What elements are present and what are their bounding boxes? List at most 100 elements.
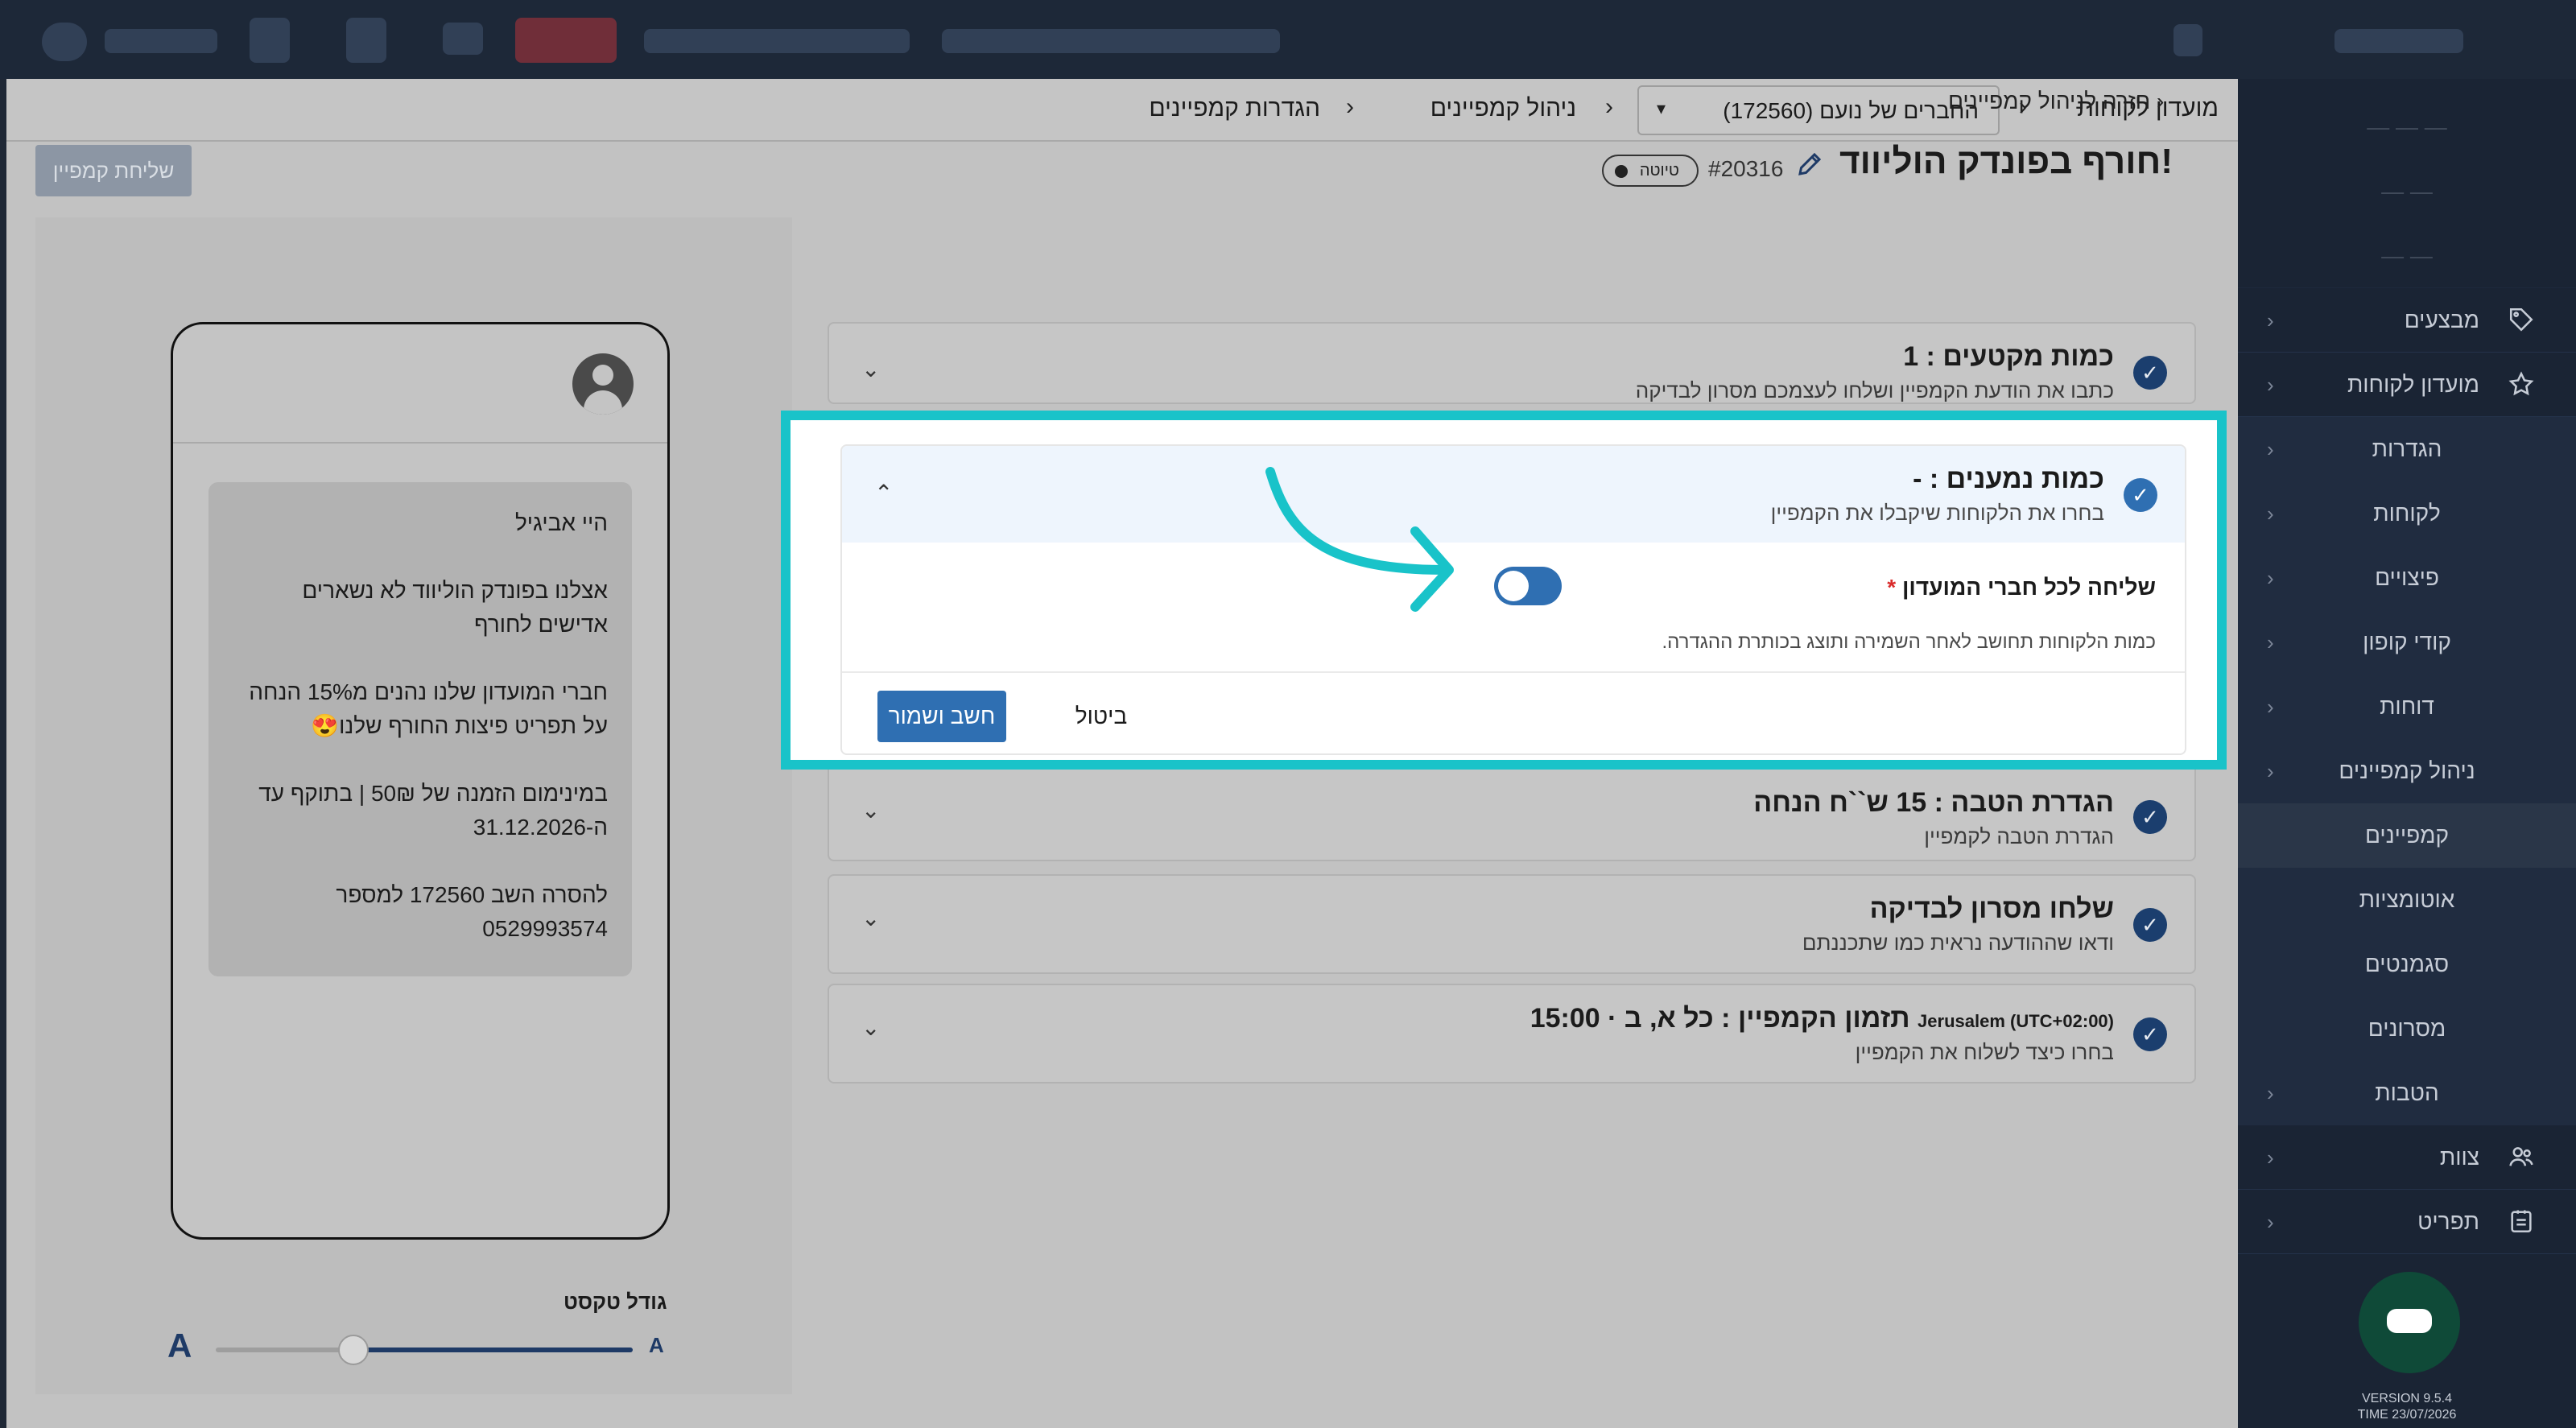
message-line: היי אביגיל [514,510,608,535]
sidebar-item-compensations[interactable]: פיצויים ‹ [2238,546,2576,610]
sidebar-item-label: מסרונים [2368,1016,2446,1041]
tag-icon [2507,306,2536,335]
step-test-sms[interactable]: ✓ שלחו מסרון לבדיקה ודאו שההודעה נראית כ… [828,874,2196,974]
club-select[interactable]: החברים של נועם (172560) ▾ [1637,85,2000,135]
menu-icon [2507,1207,2536,1236]
schedule-value: תזמון הקמפיין : כל א, ב · 15:00 [1530,1003,1910,1034]
sidebar-item-segments[interactable]: סגמנטים [2238,932,2576,997]
chevron-up-icon[interactable]: ⌃ [874,480,893,506]
divider [842,671,2185,673]
team-icon [2507,1143,2536,1172]
chevron-left-icon: ‹ [2267,1145,2274,1170]
step-title: כמות נמענים : - [1913,464,2104,494]
sidebar-item-customer-club[interactable]: מועדון לקוחות ‹ [2238,353,2576,417]
chevron-left-icon: ‹ [2267,373,2274,397]
sidebar-item-label: קודי קופון [2363,629,2451,654]
sidebar-blurred-item: — — [2381,179,2433,204]
sidebar-blurred-item: — — [2238,224,2576,288]
message-line: חברי המועדון שלנו נהנים מ15% הנחה על תפר… [249,679,608,738]
step-segments[interactable]: ✓ כמות מקטעים : 1 כתבו את הודעת הקמפיין … [828,322,2196,404]
step-title: שלחו מסרון לבדיקה [1869,894,2114,924]
back-link[interactable]: חזרה לניהול קמפיינים › [1948,89,2164,114]
sidebar-item-label: תפריט [2417,1208,2479,1234]
avatar-head [592,365,613,386]
sidebar-item-label: אוטומציות [2359,887,2455,912]
chevron-down-icon: ‹ [2267,759,2274,783]
cancel-button[interactable]: ביטול [1053,691,1150,742]
chevron-left-icon: ‹ [2267,501,2274,526]
step-subtitle: ודאו שההודעה נראית כמו שתכננתם [1802,931,2114,955]
sidebar-item-label: ניהול קמפיינים [2339,758,2475,783]
sidebar-item-campaigns[interactable]: קמפיינים [2238,803,2576,868]
phone-divider [173,442,667,444]
sidebar-item-campaign-management[interactable]: ניהול קמפיינים ‹ [2238,739,2576,803]
blurred-header-item [2334,29,2463,53]
step-schedule[interactable]: ✓ תזמון הקמפיין : כל א, ב · 15:00 Jerusa… [828,984,2196,1083]
avatar [572,353,634,415]
sidebar-item-customers[interactable]: לקוחות ‹ [2238,481,2576,546]
caret-down-icon: ▾ [1657,98,1666,118]
calculate-and-save-button[interactable]: חשב ושמור [877,691,1006,742]
sidebar-item-team[interactable]: צוות ‹ [2238,1125,2576,1190]
message-line: אצלנו בפונדק הוליווד לא נשארים אדישים לח… [302,578,608,637]
sidebar-item-deals[interactable]: מבצעים ‹ [2238,288,2576,353]
check-icon: ✓ [2133,356,2167,390]
send-all-members-label: שליחה לכל חברי המועדון * [1887,575,2156,601]
chevron-left-icon: ‹ [2267,437,2274,461]
step-recipients: ✓ כמות נמענים : - בחרו את הלקוחות שיקבלו… [840,444,2186,755]
top-bar [0,0,2576,79]
version-info: VERSION 9.5.4 TIME 23/07/2026 [2238,1391,2576,1423]
required-mark: * [1887,575,1897,600]
check-icon: ✓ [2124,478,2157,512]
send-campaign-button[interactable]: שליחת קמפיין [35,145,192,196]
sidebar-item-benefits[interactable]: הטבות ‹ [2238,1061,2576,1125]
chevron-down-icon: ⌄ [861,906,881,931]
check-icon: ✓ [2133,908,2167,942]
sidebar-item-reports[interactable]: דוחות ‹ [2238,675,2576,739]
chat-support-button[interactable] [2359,1272,2460,1373]
sidebar-item-menu[interactable]: תפריט ‹ [2238,1190,2576,1254]
sidebar-item-label: סגמנטים [2364,951,2450,976]
chevron-left-icon: ‹ [2267,630,2274,654]
step-subtitle: הגדרת הטבה לקמפיין [1924,824,2114,848]
sidebar-item-label: מבצעים [2404,307,2479,332]
help-note: כמות הלקוחות תחושב לאחר השמירה ותוצג בכו… [1662,631,2156,653]
toggle-knob [1498,571,1529,601]
chevron-down-icon: ⌄ [861,357,881,382]
blurred-header-item [515,18,617,63]
font-size-label: גודל טקסט [564,1290,667,1314]
blurred-header-item [105,29,217,53]
chevron-left-icon: ‹ [2267,566,2274,590]
club-select-value: החברים של נועם (172560) [1723,98,1979,123]
status-dot-icon [1615,165,1628,178]
pencil-icon[interactable] [1795,150,1824,186]
breadcrumb-current: הגדרות קמפיינים [1149,95,1320,122]
check-icon: ✓ [2133,1017,2167,1051]
step-subtitle: בחרו את הלקוחות שיקבלו את הקמפיין [1770,501,2104,525]
send-all-members-toggle[interactable] [1494,567,1562,605]
font-size-slider-handle[interactable] [337,1335,369,1365]
message-line: להסרה השב 172560 למספר 0529993574 [336,882,608,941]
status-label: טיוטה [1639,162,1679,180]
step-benefit[interactable]: ✓ הגדרת הטבה : 15 ש``ח הנחה הגדרת הטבה ל… [828,761,2196,861]
sidebar-blurred-item: — — — [2367,114,2447,139]
sidebar-item-label: פיצויים [2375,565,2439,590]
chevron-left-icon: ‹ [1605,93,1613,120]
status-badge: טיוטה [1602,155,1699,187]
sidebar-item-label: קמפיינים [2365,823,2449,848]
message-bubble: היי אביגיל אצלנו בפונדק הוליווד לא נשארי… [208,482,632,976]
chevron-down-icon: ⌄ [861,798,881,823]
sidebar-item-settings[interactable]: הגדרות ‹ [2238,417,2576,481]
breadcrumb-section[interactable]: ניהול קמפיינים [1430,95,1576,122]
sidebar-item-automations[interactable]: אוטומציות [2238,868,2576,932]
blurred-header-item [250,18,290,63]
sidebar-item-label: הגדרות [2372,436,2442,461]
app-logo [42,23,87,61]
sidebar-item-label: מועדון לקוחות [2347,371,2479,397]
page-title: חורף בפונדק הוליווד! [1839,142,2174,181]
step-recipients-header[interactable]: ✓ כמות נמענים : - בחרו את הלקוחות שיקבלו… [842,446,2185,543]
sidebar-item-coupon-codes[interactable]: קודי קופון ‹ [2238,610,2576,675]
step-title: תזמון הקמפיין : כל א, ב · 15:00 Jerusale… [1530,1003,2114,1034]
sidebar-item-sms[interactable]: מסרונים [2238,997,2576,1061]
chevron-left-icon: ‹ [2267,1081,2274,1105]
